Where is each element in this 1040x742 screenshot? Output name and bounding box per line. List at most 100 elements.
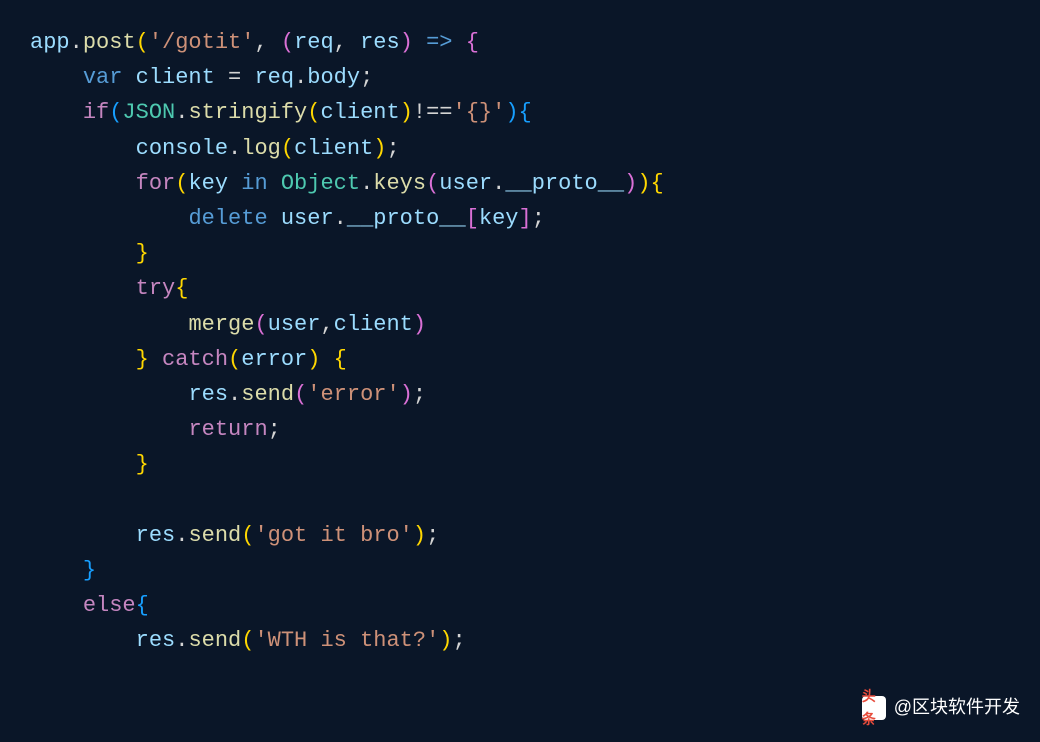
code-token: req <box>294 30 334 55</box>
code-token: { <box>334 347 347 372</box>
code-token: ( <box>281 136 294 161</box>
code-token: ( <box>241 523 254 548</box>
code-token: if <box>83 100 109 125</box>
code-token: ] <box>519 206 532 231</box>
code-token: user <box>268 312 321 337</box>
code-line[interactable] <box>30 482 1040 517</box>
code-token: __proto__ <box>505 171 624 196</box>
code-token: , <box>254 30 280 55</box>
code-token: ( <box>254 312 267 337</box>
code-token: catch <box>162 347 228 372</box>
code-token <box>320 347 333 372</box>
code-line[interactable]: } <box>30 447 1040 482</box>
code-token: ; <box>453 628 466 653</box>
code-token: Object <box>281 171 360 196</box>
code-token: ) <box>413 312 426 337</box>
code-line[interactable]: res.send('WTH is that?'); <box>30 623 1040 658</box>
code-line[interactable]: return; <box>30 412 1040 447</box>
code-line[interactable]: } <box>30 236 1040 271</box>
code-token: error <box>241 347 307 372</box>
code-token: key <box>479 206 519 231</box>
code-line[interactable]: } <box>30 553 1040 588</box>
code-token: ( <box>109 100 122 125</box>
code-token: res <box>188 382 228 407</box>
code-line[interactable]: res.send('error'); <box>30 377 1040 412</box>
code-token: ( <box>136 30 149 55</box>
code-token <box>228 171 241 196</box>
code-token: ) <box>400 100 413 125</box>
code-line[interactable]: merge(user,client) <box>30 307 1040 342</box>
code-token: key <box>188 171 228 196</box>
code-line[interactable]: app.post('/gotit', (req, res) => { <box>30 25 1040 60</box>
code-token: else <box>83 593 136 618</box>
code-line[interactable]: for(key in Object.keys(user.__proto__)){ <box>30 166 1040 201</box>
code-token: send <box>188 628 241 653</box>
code-token: client <box>334 312 413 337</box>
code-token: return <box>188 417 267 442</box>
code-line[interactable]: res.send('got it bro'); <box>30 518 1040 553</box>
watermark: 头条 @区块软件开发 <box>862 693 1020 722</box>
code-token: res <box>136 628 176 653</box>
code-token: res <box>360 30 400 55</box>
code-token: var <box>83 65 123 90</box>
code-token: ) <box>400 30 413 55</box>
code-token: . <box>175 628 188 653</box>
code-token: body <box>307 65 360 90</box>
code-token <box>268 206 281 231</box>
code-line[interactable]: var client = req.body; <box>30 60 1040 95</box>
code-editor[interactable]: app.post('/gotit', (req, res) => { var c… <box>30 25 1040 658</box>
code-token: = <box>215 65 255 90</box>
code-token: merge <box>188 312 254 337</box>
code-token: . <box>228 136 241 161</box>
code-token: for <box>136 171 176 196</box>
code-token: ) <box>307 347 320 372</box>
code-line[interactable]: else{ <box>30 588 1040 623</box>
code-token: . <box>228 382 241 407</box>
code-token: } <box>136 452 149 477</box>
code-token: . <box>492 171 505 196</box>
code-token: { <box>136 593 149 618</box>
code-token: user <box>439 171 492 196</box>
code-token: ) <box>413 523 426 548</box>
code-token: ) <box>373 136 386 161</box>
code-token: , <box>320 312 333 337</box>
code-token: { <box>519 100 532 125</box>
code-token: ) <box>505 100 518 125</box>
code-line[interactable]: if(JSON.stringify(client)!=='{}'){ <box>30 95 1040 130</box>
code-token: req <box>254 65 294 90</box>
code-token: stringify <box>188 100 307 125</box>
code-token: { <box>651 171 664 196</box>
code-line[interactable]: delete user.__proto__[key]; <box>30 201 1040 236</box>
code-line[interactable]: console.log(client); <box>30 131 1040 166</box>
code-token: { <box>466 30 479 55</box>
code-token: post <box>83 30 136 55</box>
code-token: 'got it bro' <box>254 523 412 548</box>
code-token: ) <box>400 382 413 407</box>
code-token: . <box>175 523 188 548</box>
code-token: ( <box>294 382 307 407</box>
code-token: ) <box>637 171 650 196</box>
code-token: . <box>360 171 373 196</box>
code-token: __proto__ <box>347 206 466 231</box>
code-token: app <box>30 30 70 55</box>
code-token: ; <box>386 136 399 161</box>
code-token: } <box>83 558 96 583</box>
code-token: . <box>334 206 347 231</box>
code-token <box>413 30 426 55</box>
watermark-icon-label: 头条 <box>862 685 886 730</box>
code-line[interactable]: } catch(error) { <box>30 342 1040 377</box>
code-token: ; <box>360 65 373 90</box>
watermark-username: @区块软件开发 <box>894 693 1020 722</box>
code-line[interactable]: try{ <box>30 271 1040 306</box>
code-token: !== <box>413 100 453 125</box>
code-token: ; <box>532 206 545 231</box>
code-token: ( <box>241 628 254 653</box>
code-token: ) <box>624 171 637 196</box>
code-token: . <box>294 65 307 90</box>
code-token: try <box>136 276 176 301</box>
code-token: ( <box>175 171 188 196</box>
code-token: . <box>70 30 83 55</box>
toutiao-icon: 头条 <box>862 696 886 720</box>
code-token: user <box>281 206 334 231</box>
code-token: client <box>136 65 215 90</box>
